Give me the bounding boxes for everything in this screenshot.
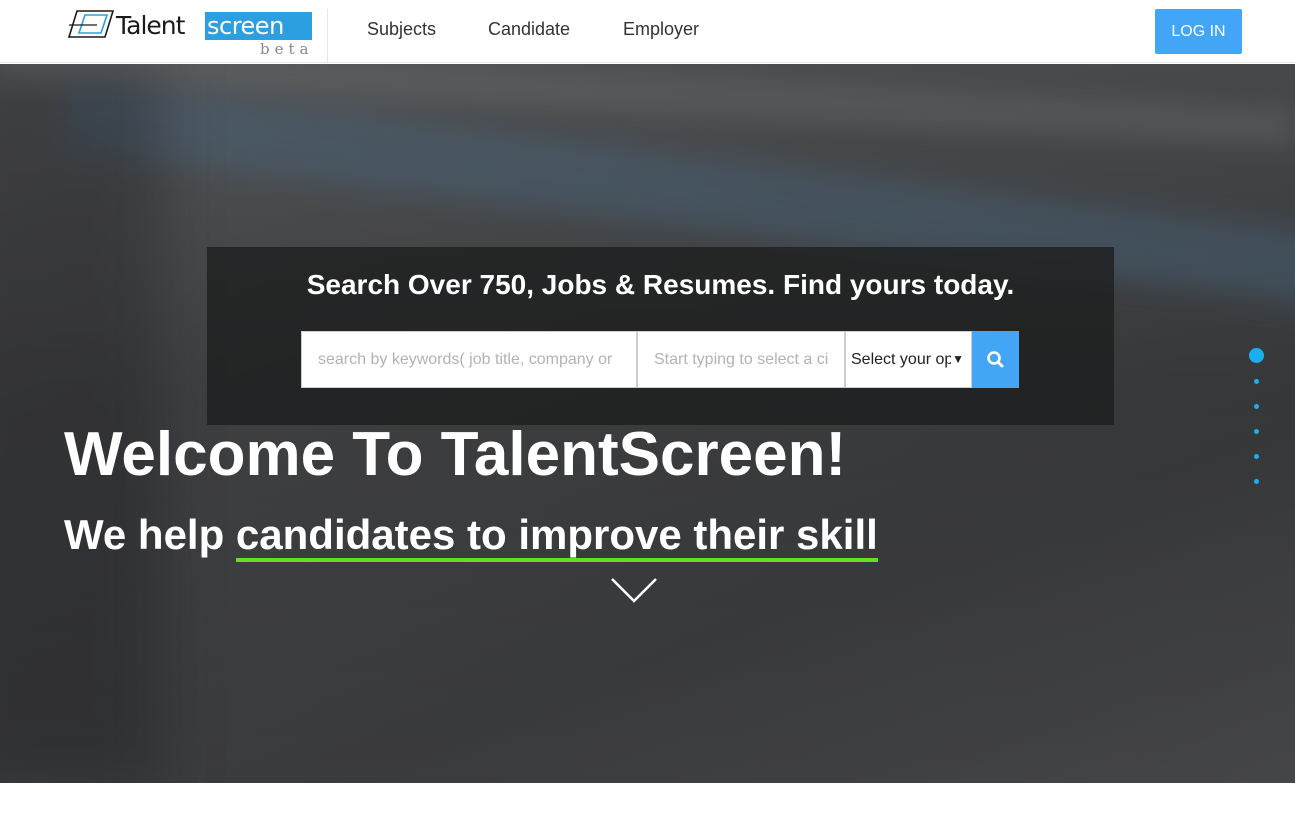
chevron-down-icon[interactable] [609,576,659,606]
search-title: Search Over 750, Jobs & Resumes. Find yo… [306,269,1015,300]
logo-mark-icon [67,10,115,38]
keyword-search-input[interactable] [301,331,637,388]
option-select[interactable]: Select your op ▼ [845,331,972,388]
hero-section: Search Over 750, Jobs & Resumes. Find yo… [0,64,1295,783]
option-select-value: Select your op [851,351,951,368]
tagline: We help candidates to improve their skil… [64,511,878,562]
login-button[interactable]: LOG IN [1155,9,1242,54]
slide-dot[interactable] [1254,404,1259,409]
top-navbar: Talent screen beta Subjects Candidate Em… [0,0,1295,63]
slide-dot[interactable] [1254,454,1259,459]
slide-dots [1245,348,1267,488]
beta-badge: beta [260,40,314,58]
nav-employer[interactable]: Employer [623,19,699,40]
search-icon [987,351,1004,368]
search-button[interactable] [972,331,1019,388]
welcome-heading: Welcome To TalentScreen! [64,420,847,489]
logo-text-screen: screen [205,12,312,40]
city-search-input[interactable] [637,331,845,388]
slide-dot[interactable] [1254,479,1259,484]
search-form: Select your op ▼ [301,331,1019,388]
nav-subjects[interactable]: Subjects [367,19,436,40]
tagline-prefix: We help [64,511,236,558]
nav-candidate[interactable]: Candidate [488,19,570,40]
slide-dot[interactable] [1254,379,1259,384]
brand-logo[interactable]: Talent screen beta [67,9,328,63]
slide-dot[interactable] [1254,429,1259,434]
tagline-highlight: candidates to improve their skill [235,511,878,562]
search-panel: Search Over 750, Jobs & Resumes. Find yo… [207,247,1114,425]
logo-text-talent: Talent [116,11,185,40]
slide-dot-active[interactable] [1249,348,1264,363]
caret-down-icon: ▼ [952,352,964,366]
